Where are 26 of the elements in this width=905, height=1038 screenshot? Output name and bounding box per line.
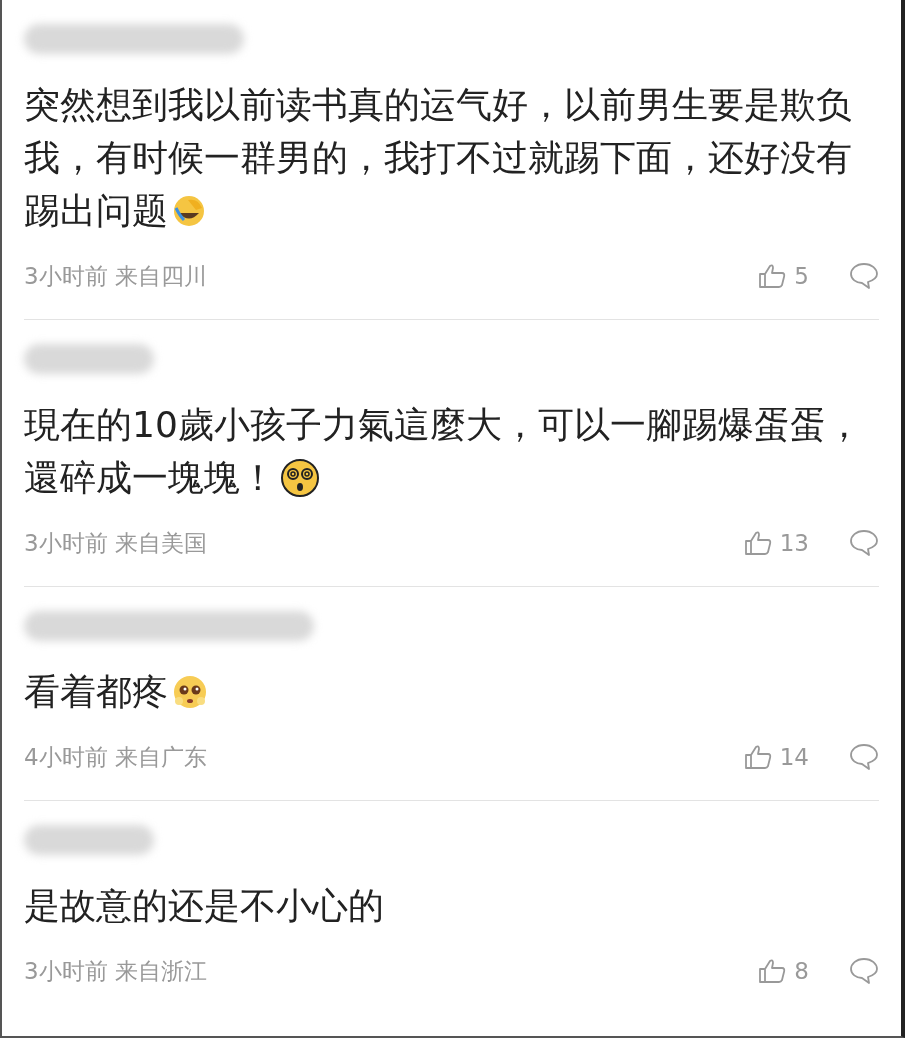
comment-icon[interactable] xyxy=(849,262,879,290)
comment-text: 現在的10歲小孩子力氣這麼大，可以一腳踢爆蛋蛋， xyxy=(24,403,862,447)
thumbs-up-icon[interactable] xyxy=(743,530,772,556)
comment-icon[interactable] xyxy=(849,957,879,985)
comment-text: 我，有时候一群男的，我打不过就踢下面，还好没有 xyxy=(24,136,852,180)
comment-meta: 4小时前 来自广东 xyxy=(24,743,207,770)
comment-text: 看着都疼 xyxy=(24,670,168,714)
like-count: 8 xyxy=(794,958,809,984)
thumbs-up-icon[interactable] xyxy=(758,958,787,984)
comment-meta: 3小时前 来自四川 xyxy=(24,262,207,289)
comment-meta: 3小时前 来自美国 xyxy=(24,529,207,556)
comment-text: 踢出问题 xyxy=(24,189,168,233)
pleading-face-icon xyxy=(172,673,208,710)
dizzy-face-icon xyxy=(280,457,320,498)
comment-meta: 3小时前 来自浙江 xyxy=(24,957,207,984)
laughing-face-icon xyxy=(172,193,206,228)
thumbs-up-icon[interactable] xyxy=(758,263,787,289)
comment-icon[interactable] xyxy=(849,529,879,557)
comment-text: 是故意的还是不小心的 xyxy=(24,884,384,928)
comment-text: 突然想到我以前读书真的运气好，以前男生要是欺负 xyxy=(24,83,852,127)
comment-text: 還碎成一塊塊！ xyxy=(24,456,276,500)
thumbs-up-icon[interactable] xyxy=(743,744,772,770)
like-count: 14 xyxy=(779,744,809,770)
like-count: 5 xyxy=(794,263,809,289)
like-count: 13 xyxy=(779,530,809,556)
comment-icon[interactable] xyxy=(849,743,879,771)
